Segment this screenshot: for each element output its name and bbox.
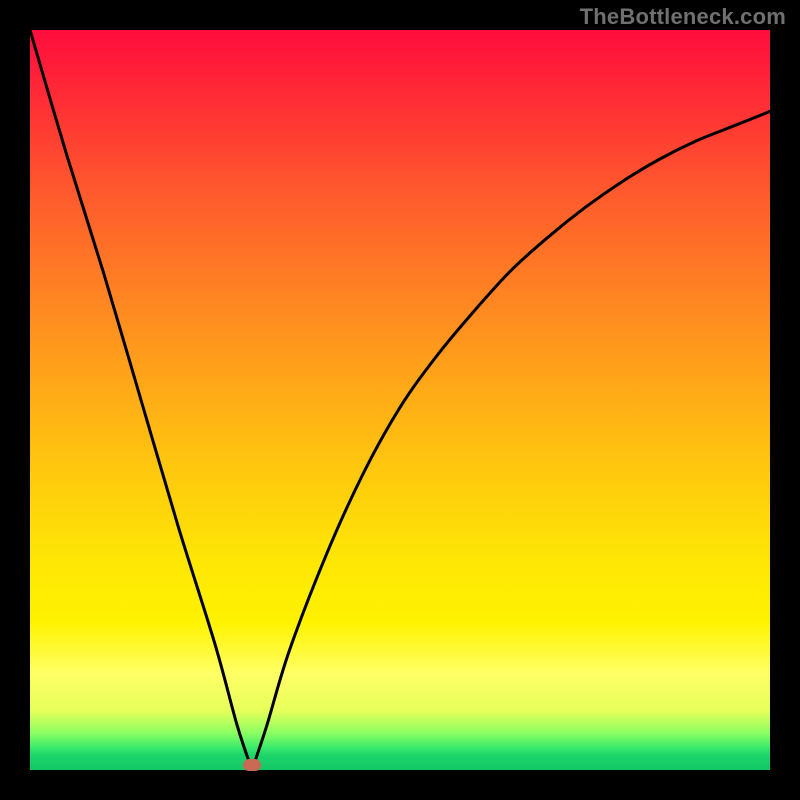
watermark-text: TheBottleneck.com bbox=[580, 4, 786, 30]
curve-right-branch bbox=[252, 111, 770, 770]
minimum-marker bbox=[243, 759, 261, 771]
curve-svg bbox=[30, 30, 770, 770]
chart-frame: TheBottleneck.com bbox=[0, 0, 800, 800]
curve-left-branch bbox=[30, 30, 252, 770]
plot-area bbox=[30, 30, 770, 770]
